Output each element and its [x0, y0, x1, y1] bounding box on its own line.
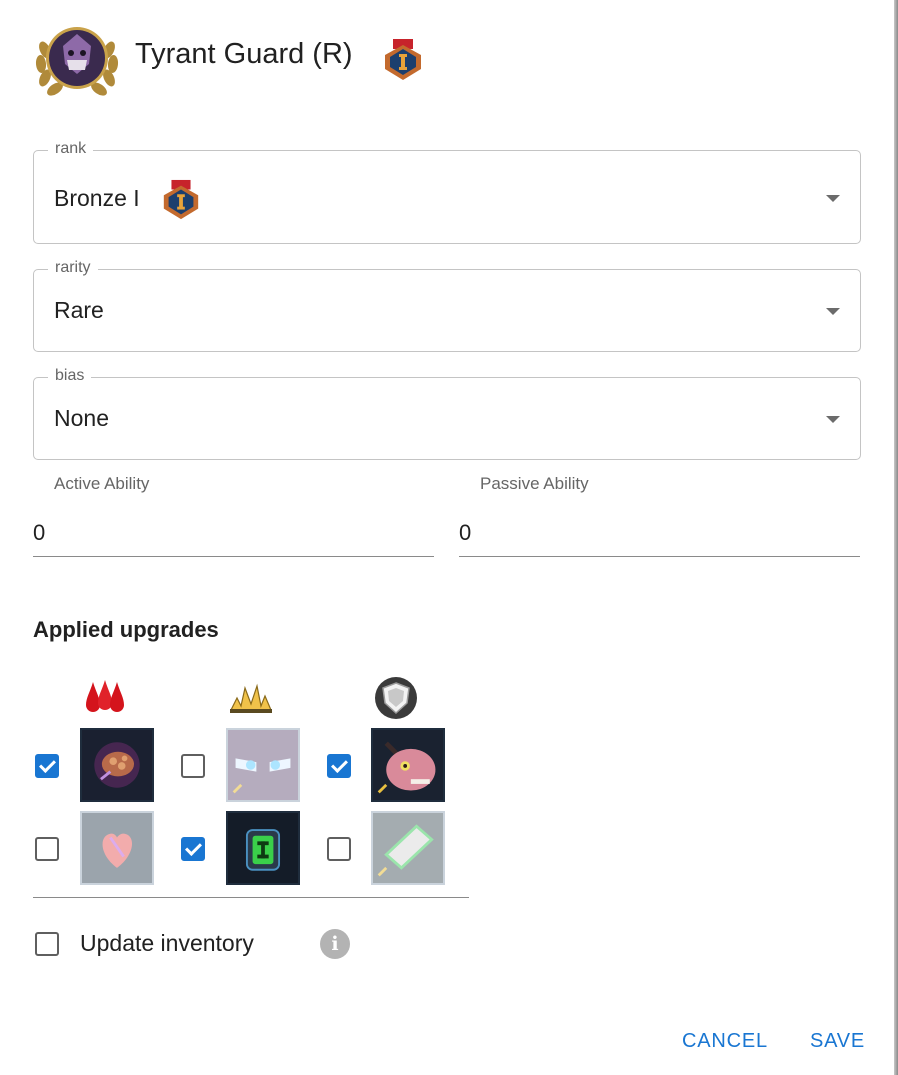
rank-label: rank: [48, 140, 94, 158]
hero-title: Tyrant Guard (R): [135, 38, 353, 70]
upgrade-6-checkbox[interactable]: [327, 837, 351, 861]
dropdown-arrow-icon[interactable]: [826, 416, 840, 423]
cancel-button[interactable]: CANCEL: [682, 1030, 768, 1053]
metal-bar-icon[interactable]: [371, 811, 445, 885]
bias-value: None: [54, 405, 109, 431]
blood-drops-icon: [81, 676, 129, 720]
window-edge: [894, 0, 898, 1075]
save-button[interactable]: SAVE: [810, 1030, 865, 1053]
burst-icon: [227, 676, 275, 720]
active-ability-field[interactable]: Active Ability 0: [33, 472, 434, 557]
glowing-eyes-icon[interactable]: [226, 728, 300, 802]
rank-value: Bronze I: [54, 185, 140, 211]
active-ability-input[interactable]: 0: [33, 520, 45, 546]
brain-organ-icon[interactable]: [80, 728, 154, 802]
bias-select[interactable]: bias None: [33, 367, 861, 460]
update-inventory-label[interactable]: Update inventory: [80, 930, 254, 957]
passive-ability-field[interactable]: Passive Ability 0: [459, 472, 860, 557]
upgrade-5-checkbox[interactable]: [327, 754, 351, 778]
upgrade-2-checkbox[interactable]: [35, 837, 59, 861]
heart-organ-icon[interactable]: [80, 811, 154, 885]
info-icon[interactable]: i: [320, 929, 350, 959]
passive-ability-label: Passive Ability: [480, 474, 589, 493]
power-cell-icon[interactable]: [226, 811, 300, 885]
rarity-label: rarity: [48, 259, 98, 277]
laurel-portrait-icon: [33, 20, 121, 98]
horned-beast-icon[interactable]: [371, 728, 445, 802]
shield-icon: [372, 676, 420, 720]
upgrade-4-checkbox[interactable]: [181, 837, 205, 861]
bias-label: bias: [48, 367, 92, 385]
rarity-value: Rare: [54, 297, 104, 323]
upgrade-3-checkbox[interactable]: [181, 754, 205, 778]
update-inventory-checkbox[interactable]: [35, 932, 59, 956]
active-ability-label: Active Ability: [54, 474, 150, 493]
dropdown-arrow-icon[interactable]: [826, 308, 840, 315]
upgrades-divider: [33, 897, 469, 898]
passive-ability-input[interactable]: 0: [459, 520, 471, 546]
rarity-select[interactable]: rarity Rare: [33, 259, 861, 352]
dropdown-arrow-icon[interactable]: [826, 195, 840, 202]
upgrade-1-checkbox[interactable]: [35, 754, 59, 778]
applied-upgrades-heading: Applied upgrades: [33, 617, 219, 642]
bronze-rank-badge-icon: [160, 179, 202, 221]
rank-select[interactable]: rank Bronze I: [33, 140, 861, 244]
bronze-rank-badge-icon: [381, 38, 425, 82]
